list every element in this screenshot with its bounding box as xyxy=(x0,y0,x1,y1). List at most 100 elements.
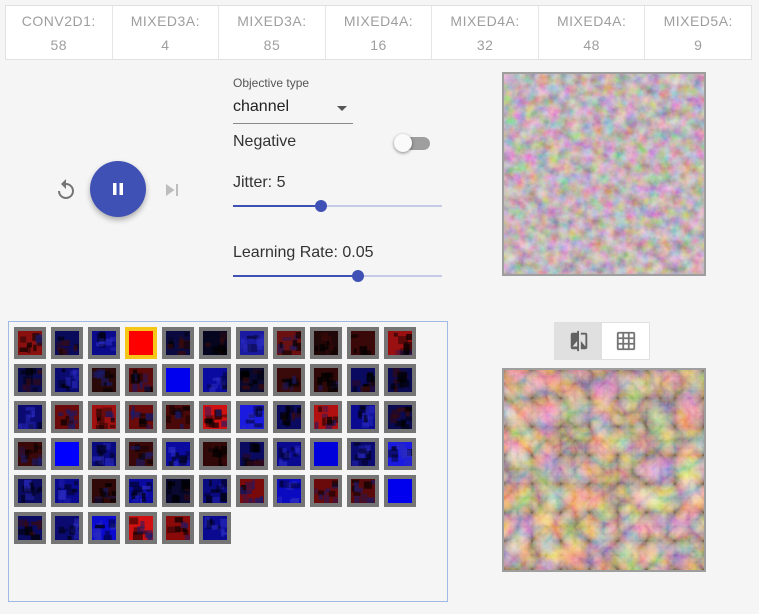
layer-tab-name: MIXED3A: xyxy=(237,12,307,29)
channel-thumbnail[interactable] xyxy=(310,438,342,470)
layer-tab[interactable]: CONV2D1: 58 xyxy=(6,6,113,59)
channel-thumbnail[interactable] xyxy=(88,475,120,507)
channel-thumbnail[interactable] xyxy=(236,475,268,507)
channel-thumbnail[interactable] xyxy=(14,327,46,359)
grid-view-button[interactable] xyxy=(602,323,649,359)
channel-thumbnail[interactable] xyxy=(273,327,305,359)
layer-tab-channel: 4 xyxy=(161,36,170,53)
negative-label: Negative xyxy=(233,133,297,150)
channel-thumbnail[interactable] xyxy=(199,401,231,433)
channel-thumbnail[interactable] xyxy=(236,438,268,470)
channel-thumbnail[interactable] xyxy=(384,327,416,359)
step-button[interactable] xyxy=(160,178,184,202)
channel-thumbnail[interactable] xyxy=(199,364,231,396)
layer-tab-name: MIXED4A: xyxy=(343,12,414,29)
replay-icon xyxy=(58,179,74,199)
layer-tab-channel: 32 xyxy=(476,36,494,53)
channel-thumbnail[interactable] xyxy=(51,512,83,544)
layer-tab[interactable]: MIXED4A: 32 xyxy=(432,6,539,59)
layer-tab-name: MIXED4A: xyxy=(450,12,520,29)
channel-thumbnail[interactable] xyxy=(199,327,231,359)
channel-thumbnail[interactable] xyxy=(125,438,157,470)
channel-thumbnail[interactable] xyxy=(88,512,120,544)
channel-thumbnail[interactable] xyxy=(125,364,157,396)
channel-thumbnail[interactable] xyxy=(125,327,157,359)
slider-thumb[interactable] xyxy=(352,270,365,282)
layer-tab[interactable]: MIXED5A: 9 xyxy=(645,6,751,59)
channel-thumbnail[interactable] xyxy=(125,512,157,544)
layer-tab-channel: 85 xyxy=(263,36,281,53)
layer-tab-channel: 9 xyxy=(694,36,703,53)
channel-thumbnail[interactable] xyxy=(51,438,83,470)
layer-tab[interactable]: MIXED4A: 16 xyxy=(326,6,433,59)
channel-thumbnail[interactable] xyxy=(310,327,342,359)
channel-thumbnail[interactable] xyxy=(199,438,231,470)
channel-thumbnail[interactable] xyxy=(51,401,83,433)
channel-thumbnail[interactable] xyxy=(199,475,231,507)
channel-thumbnail[interactable] xyxy=(51,364,83,396)
compare-icon xyxy=(570,330,587,352)
channel-thumbnail[interactable] xyxy=(236,401,268,433)
channel-thumbnail[interactable] xyxy=(347,475,379,507)
layer-tab[interactable]: MIXED3A: 85 xyxy=(219,6,326,59)
channel-thumbnail[interactable] xyxy=(162,475,194,507)
channel-thumbnail[interactable] xyxy=(236,364,268,396)
compare-view-button[interactable] xyxy=(555,323,602,359)
jitter-slider[interactable] xyxy=(233,199,442,213)
channel-visualization-image xyxy=(502,368,706,572)
channel-thumbnail[interactable] xyxy=(273,364,305,396)
channel-thumbnail[interactable] xyxy=(310,401,342,433)
channel-thumbnail[interactable] xyxy=(384,438,416,470)
channel-thumbnail[interactable] xyxy=(236,327,268,359)
channel-thumbnail[interactable] xyxy=(162,327,194,359)
channel-thumbnail[interactable] xyxy=(384,401,416,433)
channel-thumbnail[interactable] xyxy=(347,438,379,470)
slider-fill xyxy=(233,275,359,277)
channel-thumbnail[interactable] xyxy=(51,327,83,359)
layer-tabs: CONV2D1: 58 MIXED3A: 4 MIXED3A: 85 MIXED4A: 16 M… xyxy=(5,5,752,60)
channel-thumbnail[interactable] xyxy=(310,475,342,507)
channel-thumbnail[interactable] xyxy=(125,401,157,433)
layer-tab-name: MIXED4A: xyxy=(557,12,627,29)
layer-tab-name: CONV2D1: xyxy=(21,12,96,29)
channel-thumbnail[interactable] xyxy=(14,512,46,544)
negative-toggle[interactable] xyxy=(394,134,430,152)
layer-tab[interactable]: MIXED3A: 4 xyxy=(113,6,220,59)
channel-thumbnail[interactable] xyxy=(384,475,416,507)
dropdown-arrow-icon xyxy=(337,106,347,111)
channel-thumbnail[interactable] xyxy=(162,401,194,433)
channel-thumbnail[interactable] xyxy=(88,327,120,359)
channel-thumbnail[interactable] xyxy=(88,401,120,433)
view-toggle xyxy=(554,322,650,360)
channel-thumbnail[interactable] xyxy=(162,438,194,470)
channel-thumbnail[interactable] xyxy=(14,475,46,507)
learning-rate-slider[interactable] xyxy=(233,269,442,283)
channel-thumbnail[interactable] xyxy=(14,438,46,470)
objective-type-select[interactable]: channel xyxy=(233,96,353,124)
channel-thumbnail[interactable] xyxy=(347,364,379,396)
channel-thumbnail[interactable] xyxy=(384,364,416,396)
layer-tab[interactable]: MIXED4A: 48 xyxy=(539,6,646,59)
slider-thumb[interactable] xyxy=(314,200,327,212)
channel-thumbnail[interactable] xyxy=(162,364,194,396)
channel-thumbnail[interactable] xyxy=(347,401,379,433)
feature-visualization-image xyxy=(502,72,706,276)
channel-thumbnail[interactable] xyxy=(273,401,305,433)
layer-tab-channel: 48 xyxy=(583,36,600,53)
channel-thumbnail[interactable] xyxy=(14,364,46,396)
channel-thumbnail[interactable] xyxy=(273,475,305,507)
channel-thumbnail[interactable] xyxy=(310,364,342,396)
channel-thumbnail[interactable] xyxy=(51,475,83,507)
channel-thumbnail[interactable] xyxy=(125,475,157,507)
channel-thumbnail[interactable] xyxy=(88,438,120,470)
channel-thumbnail[interactable] xyxy=(14,401,46,433)
channel-thumbnail[interactable] xyxy=(162,512,194,544)
pause-button[interactable] xyxy=(90,161,146,217)
learning-rate-label: Learning Rate: 0.05 xyxy=(233,244,374,261)
channel-thumbnail[interactable] xyxy=(347,327,379,359)
channel-thumbnail[interactable] xyxy=(273,438,305,470)
channel-thumbnail[interactable] xyxy=(199,512,231,544)
jitter-label: Jitter: 5 xyxy=(233,174,286,191)
reset-button[interactable] xyxy=(54,178,78,202)
channel-thumbnail[interactable] xyxy=(88,364,120,396)
